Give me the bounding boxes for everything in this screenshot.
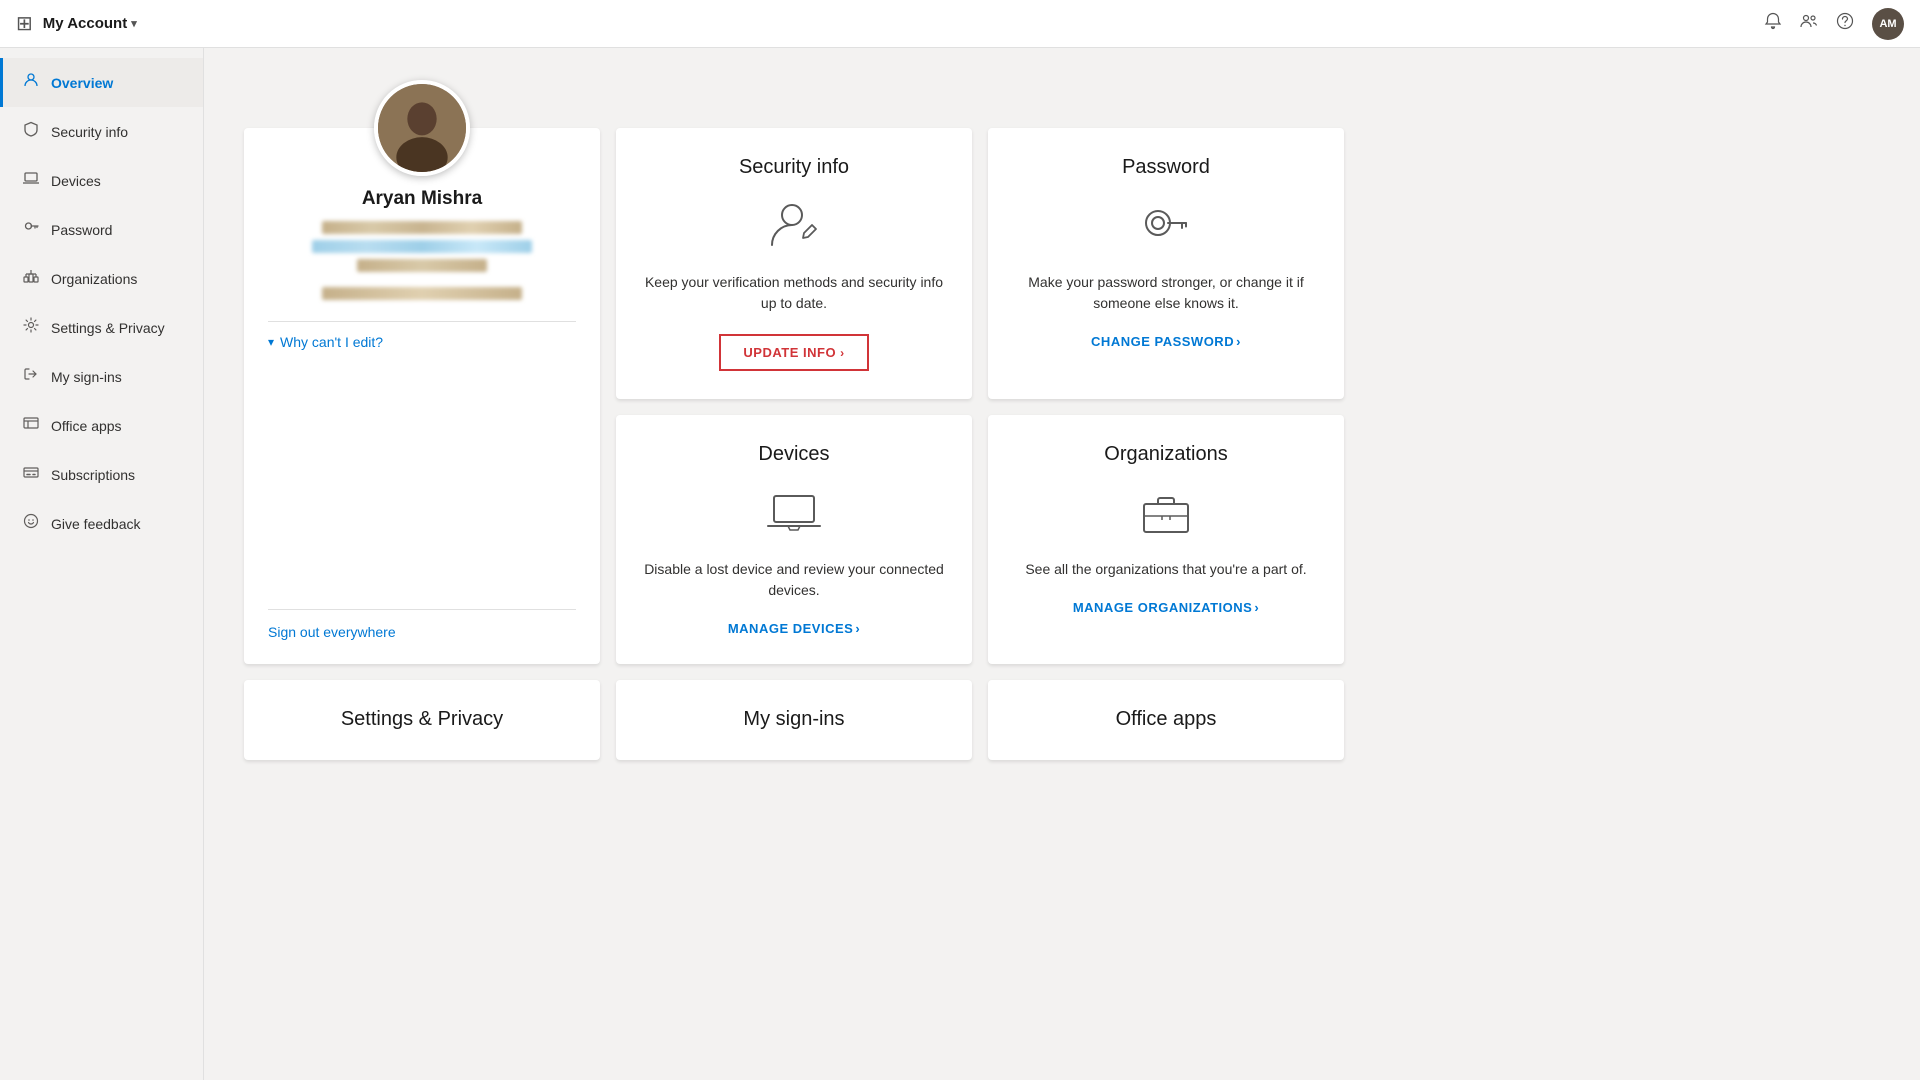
sidebar: Overview Security info Devices	[0, 48, 204, 1080]
organizations-description: See all the organizations that you're a …	[1025, 559, 1306, 580]
sidebar-item-give-feedback[interactable]: Give feedback	[0, 499, 203, 548]
person-icon	[23, 72, 39, 93]
password-description: Make your password stronger, or change i…	[1012, 272, 1320, 314]
profile-avatar	[374, 80, 470, 176]
layout: Overview Security info Devices	[0, 48, 1920, 1080]
security-info-description: Keep your verification methods and secur…	[640, 272, 948, 314]
my-sign-ins-title: My sign-ins	[743, 708, 844, 731]
sidebar-item-label: Give feedback	[51, 516, 141, 532]
signin-icon	[23, 366, 39, 387]
devices-icon-area	[766, 484, 822, 545]
organizations-title: Organizations	[1104, 443, 1227, 466]
people-icon[interactable]	[1800, 12, 1818, 35]
profile-avatar-container	[374, 80, 470, 176]
sidebar-item-label: Password	[51, 222, 112, 238]
sidebar-item-label: Office apps	[51, 418, 122, 434]
chevron-right-icon: ›	[840, 346, 845, 360]
organizations-card: Organizations See all the organizations …	[988, 415, 1344, 664]
help-icon[interactable]	[1836, 12, 1854, 35]
sidebar-item-label: Subscriptions	[51, 467, 135, 483]
security-info-card: Security info Keep your verification met…	[616, 128, 972, 399]
profile-info-line-4	[322, 287, 522, 300]
manage-devices-link[interactable]: MANAGE DEVICES ›	[728, 621, 860, 636]
app-title-text: My Account	[43, 15, 127, 32]
update-info-button[interactable]: UPDATE INFO ›	[719, 334, 868, 371]
app-title[interactable]: My Account ▾	[43, 15, 137, 32]
profile-info-line-3	[357, 259, 487, 272]
update-info-label: UPDATE INFO	[743, 345, 836, 360]
settings-privacy-title: Settings & Privacy	[341, 708, 503, 731]
avatar[interactable]: AM	[1872, 8, 1904, 40]
office-apps-title: Office apps	[1116, 708, 1217, 731]
sign-out-everywhere-link[interactable]: Sign out everywhere	[268, 624, 396, 640]
key-icon	[23, 219, 39, 240]
manage-organizations-label: MANAGE ORGANIZATIONS	[1073, 600, 1252, 615]
profile-info-line-1	[322, 221, 522, 234]
office-icon	[23, 415, 39, 436]
why-edit-button[interactable]: ▾ Why can't I edit?	[268, 334, 383, 350]
shield-icon	[23, 121, 39, 142]
sidebar-item-label: Settings & Privacy	[51, 320, 165, 336]
sidebar-item-label: Devices	[51, 173, 101, 189]
sidebar-item-devices[interactable]: Devices	[0, 156, 203, 205]
sidebar-item-settings-privacy[interactable]: Settings & Privacy	[0, 303, 203, 352]
notification-icon[interactable]	[1764, 12, 1782, 35]
profile-divider-2	[268, 609, 576, 610]
sidebar-item-password[interactable]: Password	[0, 205, 203, 254]
password-icon-area	[1138, 197, 1194, 258]
grid-icon[interactable]: ⊞	[16, 11, 33, 36]
manage-devices-label: MANAGE DEVICES	[728, 621, 853, 636]
profile-name: Aryan Mishra	[362, 188, 482, 210]
sidebar-item-subscriptions[interactable]: Subscriptions	[0, 450, 203, 499]
devices-title: Devices	[758, 443, 829, 466]
sidebar-item-label: Overview	[51, 75, 113, 91]
manage-organizations-link[interactable]: MANAGE ORGANIZATIONS ›	[1073, 600, 1259, 615]
office-apps-card: Office apps	[988, 680, 1344, 760]
feedback-icon	[23, 513, 39, 534]
sidebar-item-office-apps[interactable]: Office apps	[0, 401, 203, 450]
org-icon	[23, 268, 39, 289]
security-info-title: Security info	[739, 156, 849, 179]
devices-description: Disable a lost device and review your co…	[640, 559, 948, 601]
main-content: Aryan Mishra ▾ Why can't I edit?	[204, 48, 1920, 1080]
password-card: Password Make your password stronger, or…	[988, 128, 1344, 399]
sidebar-item-organizations[interactable]: Organizations	[0, 254, 203, 303]
chevron-down-icon: ▾	[131, 17, 137, 30]
laptop-icon	[23, 170, 39, 191]
sidebar-item-security-info[interactable]: Security info	[0, 107, 203, 156]
chevron-right-icon: ›	[1236, 334, 1241, 349]
chevron-right-icon: ›	[1254, 600, 1259, 615]
settings-icon	[23, 317, 39, 338]
settings-privacy-card: Settings & Privacy	[244, 680, 600, 760]
sidebar-item-label: Security info	[51, 124, 128, 140]
topbar: ⊞ My Account ▾	[0, 0, 1920, 48]
security-icon-area	[766, 197, 822, 258]
change-password-label: CHANGE PASSWORD	[1091, 334, 1234, 349]
sidebar-item-my-sign-ins[interactable]: My sign-ins	[0, 352, 203, 401]
profile-card: Aryan Mishra ▾ Why can't I edit?	[244, 128, 600, 664]
sidebar-item-label: My sign-ins	[51, 369, 122, 385]
chevron-down-icon: ▾	[268, 335, 274, 349]
devices-card: Devices Disable a lost device and review…	[616, 415, 972, 664]
profile-info-line-2	[312, 240, 532, 253]
password-title: Password	[1122, 156, 1210, 179]
subscriptions-icon	[23, 464, 39, 485]
profile-divider-1	[268, 321, 576, 322]
sidebar-item-overview[interactable]: Overview	[0, 58, 203, 107]
chevron-right-icon: ›	[855, 621, 860, 636]
organizations-icon-area	[1138, 484, 1194, 545]
my-sign-ins-card: My sign-ins	[616, 680, 972, 760]
sidebar-item-label: Organizations	[51, 271, 137, 287]
why-edit-label: Why can't I edit?	[280, 334, 383, 350]
change-password-link[interactable]: CHANGE PASSWORD ›	[1091, 334, 1241, 349]
